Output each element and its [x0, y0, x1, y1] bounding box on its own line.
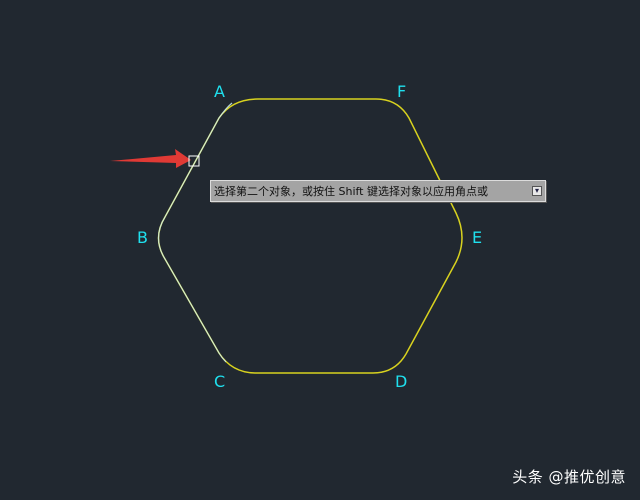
vertex-label-a: A	[214, 82, 225, 101]
watermark: 头条 @推优创意	[512, 468, 626, 486]
drawing-svg	[110, 98, 463, 374]
vertex-label-f: F	[397, 82, 407, 101]
hexagon-polyline[interactable]	[157, 98, 463, 374]
cad-drawing-area[interactable]: A F B E C D 选择第二个对象，或按住 Shift 键选择对象以应用角点…	[0, 0, 640, 500]
tooltip-text: 选择第二个对象，或按住 Shift 键选择对象以应用角点或	[214, 185, 488, 198]
vertex-label-d: D	[395, 372, 408, 391]
vertex-label-c: C	[214, 372, 226, 391]
vertex-label-e: E	[472, 228, 483, 247]
selected-edge-highlight[interactable]	[157, 102, 233, 363]
down-arrow-icon[interactable]: ▾	[532, 186, 542, 196]
vertex-label-b: B	[137, 228, 148, 247]
red-arrow-icon	[110, 149, 191, 168]
command-prompt-tooltip: 选择第二个对象，或按住 Shift 键选择对象以应用角点或 ▾	[210, 180, 546, 202]
